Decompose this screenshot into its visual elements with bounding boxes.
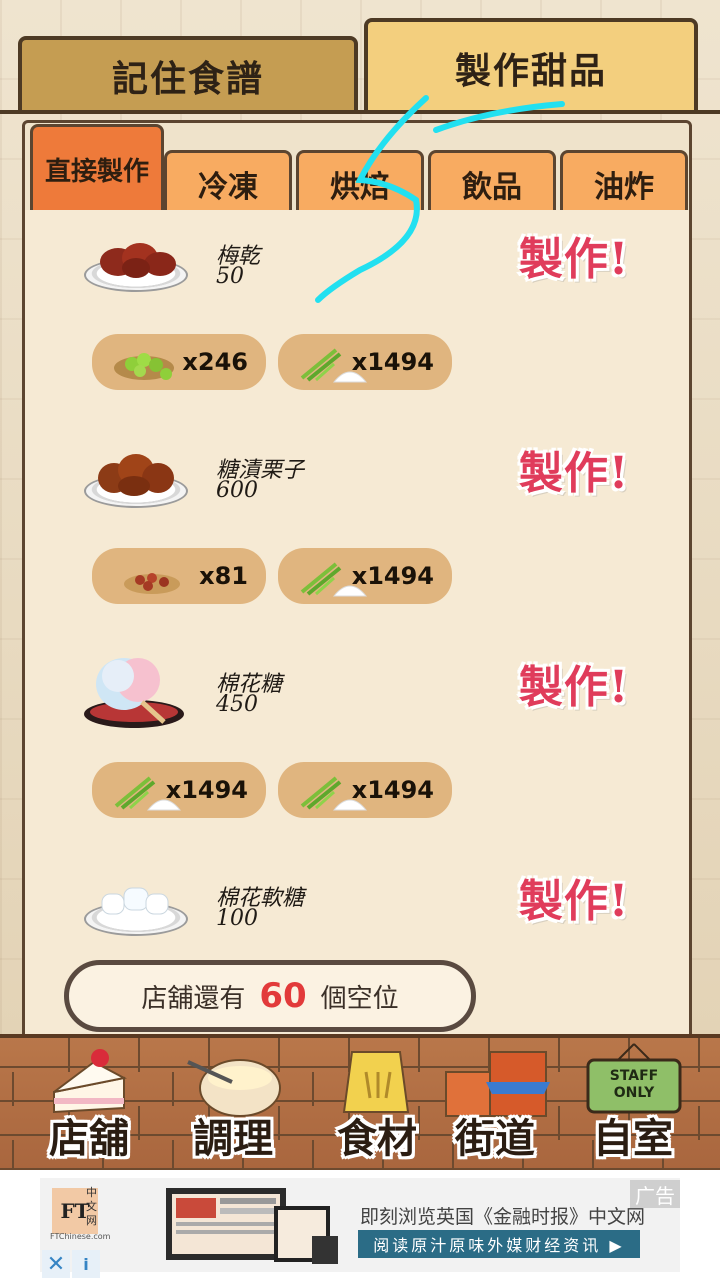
recipe-price: 100 [216,906,258,931]
ingredient-pill: x81 [92,548,266,604]
shop-status-suffix: 個空位 [320,983,399,1014]
cotton-candy-dish-icon [84,654,188,730]
make-button[interactable]: 製作! [506,652,642,714]
ft-logo-side-text: 中文网 [86,1186,97,1227]
make-button[interactable]: 製作! [506,866,642,928]
subtab-direct-make[interactable]: 直接製作 [30,124,164,216]
shop-slot-status: 店舖還有 60 個空位 [64,960,476,1032]
nav-label: 店舖 [49,1115,129,1162]
sugarcane-sugar-icon [298,558,368,598]
nav-street[interactable]: 街道 [430,1042,570,1170]
ad-banner[interactable]: FT 中文网 FTChinese.com 即刻浏览英国《金融时报》中文网 阅读原… [0,1170,720,1280]
ad-cta-button[interactable]: 阅读原汁原味外媒财经资讯 ▶ [358,1230,640,1258]
ingredient-pill: x246 [92,334,266,390]
sugarcane-sugar-icon [298,344,368,384]
info-icon[interactable]: i [72,1250,100,1278]
ingredient-pill: x1494 [92,762,266,818]
close-icon[interactable]: ✕ [42,1250,70,1278]
ingredient-pill: x1494 [278,548,452,604]
ingredient-count: x81 [199,562,248,590]
ingredient-pill: x1494 [278,334,452,390]
ft-url: FTChinese.com [50,1232,111,1241]
dried-plum-dish-icon [84,232,188,292]
nav-label: 食材 [337,1115,417,1162]
nav-label: 調理 [193,1115,273,1162]
shop-status-prefix: 店舖還有 [141,983,246,1014]
recipe-price: 50 [216,264,244,289]
staff-sign-text: STAFF ONLY [609,1068,659,1101]
chestnut-icon [112,558,182,598]
free-slot-count: 60 [259,976,307,1016]
make-button[interactable]: 製作! [506,438,642,500]
nav-ingredients[interactable]: 食材 [312,1042,442,1170]
recipe-price: 600 [216,478,258,503]
nav-label: 街道 [455,1115,535,1162]
ad-title: 即刻浏览英国《金融时报》中文网 [360,1206,646,1228]
nav-label: 自室 [593,1115,673,1162]
newspaper-devices-image [166,1188,338,1264]
ad-label-badge: 广告 [630,1180,680,1208]
nav-shop[interactable]: 店舖 [24,1042,154,1170]
cyan-scribble-overlay [315,95,565,303]
candied-chestnut-dish-icon [84,448,188,508]
recipe-price: 450 [216,692,258,717]
nav-my-room[interactable]: STAFF ONLY 自室 [568,1042,698,1170]
marshmallow-dish-icon [84,876,188,936]
ingredient-pill: x1494 [278,762,452,818]
subtab-frozen[interactable]: 冷凍 [164,150,292,214]
ingredient-count: x246 [182,348,248,376]
sugarcane-sugar-icon [298,772,368,812]
nav-cook[interactable]: 調理 [168,1042,298,1170]
bottom-nav: 店舖 調理 食材 街道 STAFF ONLY 自室 [0,1034,720,1174]
sugarcane-sugar-icon [112,772,182,812]
green-plum-icon [112,344,182,384]
